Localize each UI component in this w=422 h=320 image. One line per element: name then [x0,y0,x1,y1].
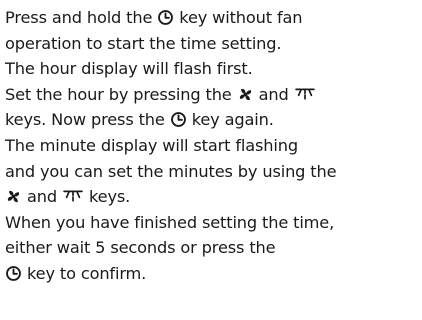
fan-icon [237,86,254,103]
line-7: and you can set the minutes by using the [5,161,337,181]
timer-icon [170,111,187,128]
swing-icon [62,188,84,205]
text-segment: and [253,84,294,104]
text-segment: Press and hold the [5,8,158,27]
line-10: either wait 5 seconds or press the [5,238,276,258]
instruction-text: Press and hold the key without fan opera… [5,5,421,287]
text-segment: Set the hour by pressing the [5,84,237,104]
text-segment: keys. [84,187,131,207]
timer-icon [5,265,22,282]
text-segment: key again. [186,110,274,130]
line-1: Press and hold the key without fan [5,5,421,31]
line-9: When you have finished setting the time, [5,212,335,232]
line-8: and keys. [5,184,421,210]
line-3: The hour display will flash first. [5,59,253,79]
timer-icon [157,9,174,26]
line-5: keys. Now press the key again. [5,107,421,133]
line-11: key to confirm. [5,261,421,287]
text-segment: keys. Now press the [5,110,170,130]
text-segment: key to confirm. [22,263,147,283]
swing-icon [294,86,316,103]
text-segment: key without fan [174,8,303,27]
fan-icon [5,188,22,205]
line-6: The minute display will start flashing [5,135,298,155]
line-4: Set the hour by pressing the and [5,82,421,108]
text-segment: and [22,187,62,207]
line-2: operation to start the time setting. [5,33,282,53]
